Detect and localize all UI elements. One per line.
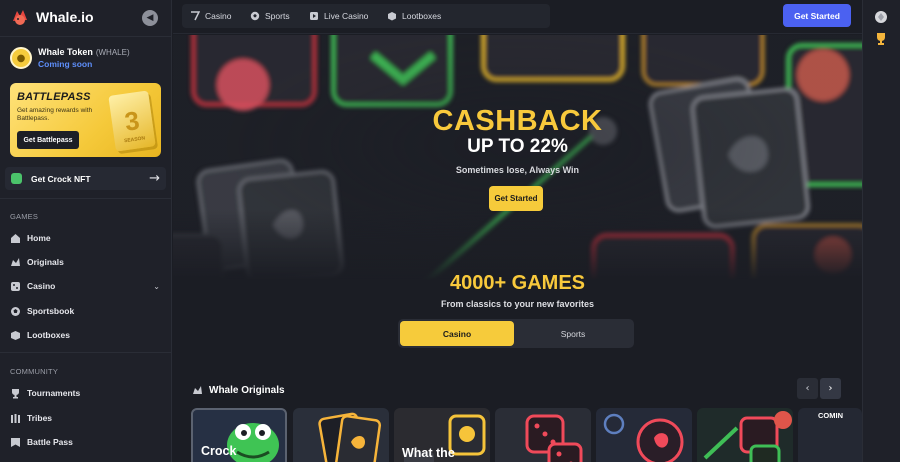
get-started-button[interactable]: Get Started <box>783 4 851 27</box>
category-tabs: Casino Sports Live Casino Lootboxes <box>182 4 550 28</box>
game-card-coin[interactable] <box>596 408 692 462</box>
originals-title: Whale Originals <box>209 385 285 396</box>
tab-sports[interactable]: Sports <box>250 8 290 24</box>
dice-icon <box>10 281 21 292</box>
games-title: 4000+ GAMES <box>449 272 586 294</box>
casino-sports-switch: Casino Sports <box>398 319 634 348</box>
originals-icon <box>10 257 21 268</box>
sidebar-item-home[interactable]: Home <box>10 230 160 246</box>
hero-get-started-button[interactable]: Get Started <box>489 186 543 211</box>
whale-originals-header: Whale Originals <box>192 381 285 400</box>
collapse-sidebar-button[interactable]: ◀ <box>142 10 158 26</box>
dice-game-art-icon <box>525 414 583 462</box>
arrow-right-icon: → <box>149 171 160 186</box>
sidebar-item-originals[interactable]: Originals <box>10 254 160 270</box>
divider <box>0 198 172 199</box>
lootbox-icon <box>10 330 21 341</box>
crock-nft-label: Get Crock NFT <box>31 173 91 184</box>
game-card-dice[interactable] <box>495 408 591 462</box>
games-subtitle: From classics to your new favorites <box>440 299 595 309</box>
carousel-next-button[interactable]: › <box>820 378 841 399</box>
token-name: Whale Token <box>38 47 93 57</box>
switch-casino[interactable]: Casino <box>400 321 514 346</box>
casino-icon <box>190 11 200 21</box>
battle-pass-icon <box>10 437 21 448</box>
sidebar-item-tribes[interactable]: Tribes <box>10 410 160 426</box>
game-card-cards[interactable] <box>293 408 389 462</box>
game-card-title: COMIN <box>818 411 843 420</box>
sidebar-item-tournaments[interactable]: Tournaments <box>10 385 160 401</box>
trophy-icon <box>10 388 21 399</box>
token-info[interactable]: ● Whale Token (WHALE) Coming soon <box>10 47 130 69</box>
brand-logo[interactable]: Whale.io <box>10 7 94 27</box>
battlepass-description: Get amazing rewards with Battlepass. <box>17 107 93 122</box>
sidebar-item-sportsbook[interactable]: Sportsbook <box>10 303 160 319</box>
whale-token-icon: ● <box>10 47 32 69</box>
chevron-left-icon: ◀ <box>146 13 154 23</box>
season-number: 3 <box>122 104 142 137</box>
sports-ball-icon <box>250 11 260 21</box>
trophy-icon[interactable] <box>874 32 888 46</box>
right-rail <box>862 0 900 462</box>
game-card-title: Crock <box>201 444 237 458</box>
battlepass-title: BATTLEPASS <box>17 91 91 103</box>
crock-icon <box>11 173 22 184</box>
hero-title: CASHBACK <box>432 105 603 137</box>
game-card-title: What the <box>402 446 455 460</box>
community-section-label: COMMUNITY <box>10 367 59 376</box>
sidebar: Whale.io ◀ ● Whale Token (WHALE) Coming s… <box>0 0 172 462</box>
sidebar-item-lootboxes[interactable]: Lootboxes <box>10 327 160 343</box>
battlepass-banner[interactable]: BATTLEPASS Get amazing rewards with Batt… <box>10 83 161 157</box>
cashback-hero-banner: CASHBACK UP TO 22% Sometimes lose, Alway… <box>173 35 862 280</box>
plinko-game-art-icon <box>703 411 792 462</box>
get-crock-nft-link[interactable]: Get Crock NFT → <box>5 167 166 190</box>
token-status: Coming soon <box>38 59 93 69</box>
hero-fade <box>173 210 862 280</box>
sidebar-item-battle-pass[interactable]: Battle Pass <box>10 434 160 450</box>
tab-live-casino[interactable]: Live Casino <box>309 8 368 24</box>
divider <box>0 36 172 37</box>
tab-lootboxes[interactable]: Lootboxes <box>387 8 441 24</box>
game-card-coming-soon[interactable]: COMIN <box>798 408 862 462</box>
live-casino-icon <box>309 11 319 21</box>
hero-tagline: Sometimes lose, Always Win <box>455 165 580 175</box>
sidebar-item-casino[interactable]: Casino ⌄ <box>10 278 160 294</box>
tribes-icon <box>10 413 21 424</box>
chevron-left-icon: ‹ <box>805 383 810 394</box>
token-symbol: (WHALE) <box>95 48 130 57</box>
originals-icon <box>192 381 203 400</box>
game-card-crock-2[interactable] <box>697 408 793 462</box>
playing-cards-game-art-icon <box>318 412 382 462</box>
coin-game-art-icon <box>603 413 684 462</box>
whale-logo-icon <box>13 10 27 25</box>
get-battlepass-button[interactable]: Get Battlepass <box>17 131 79 149</box>
divider <box>0 352 172 353</box>
chat-avatar-icon[interactable] <box>874 10 888 24</box>
chevron-down-icon[interactable]: ⌄ <box>153 282 160 291</box>
carousel-prev-button[interactable]: ‹ <box>797 378 818 399</box>
tab-casino[interactable]: Casino <box>190 8 231 24</box>
game-card-crock[interactable]: Crock <box>191 408 287 462</box>
sports-ball-icon <box>10 306 21 317</box>
season-badge-icon: 3 SEASON <box>108 90 156 152</box>
games-section-label: GAMES <box>10 212 39 221</box>
switch-sports[interactable]: Sports <box>516 321 630 346</box>
home-icon <box>10 233 21 244</box>
game-card-what-the[interactable]: What the <box>394 408 490 462</box>
hero-subtitle: UP TO 22% <box>467 136 568 157</box>
brand-name: Whale.io <box>36 9 94 25</box>
chevron-right-icon: › <box>828 383 833 394</box>
lootbox-icon <box>387 11 397 21</box>
top-navigation: Casino Sports Live Casino Lootboxes Get … <box>173 0 862 34</box>
